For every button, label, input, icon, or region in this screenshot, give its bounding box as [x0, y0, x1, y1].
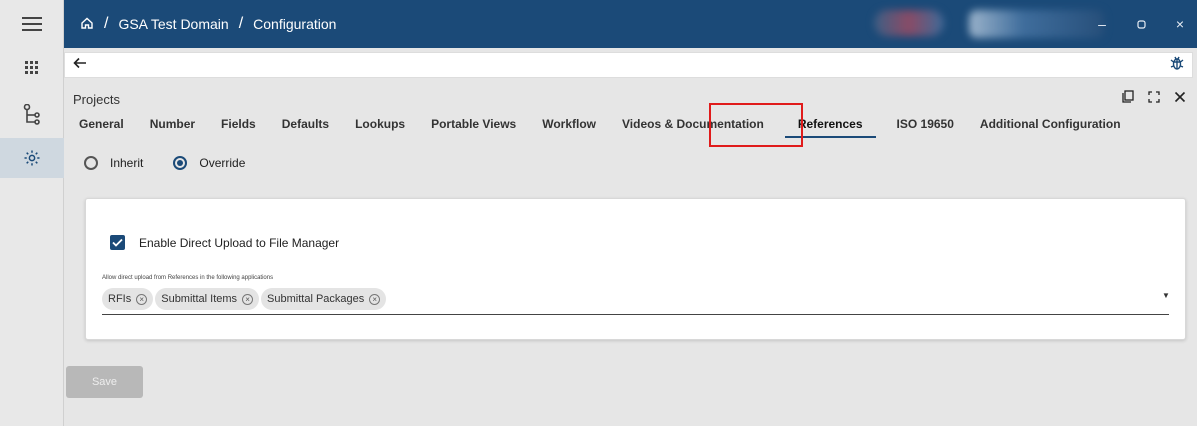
- toolbar: [64, 52, 1193, 78]
- direct-upload-label: Enable Direct Upload to File Manager: [139, 235, 340, 250]
- inherit-override-group: Inherit Override: [84, 156, 275, 170]
- references-card: Enable Direct Upload to File Manager All…: [85, 198, 1186, 340]
- breadcrumb: / GSA Test Domain / Configuration: [64, 0, 336, 48]
- config-tabs: General Number Fields Defaults Lookups P…: [66, 104, 1134, 140]
- remove-chip-icon[interactable]: ×: [136, 293, 148, 305]
- chip-submittal-items: Submittal Items ×: [155, 288, 260, 310]
- bug-icon[interactable]: [1170, 55, 1184, 76]
- top-bar: / GSA Test Domain / Configuration – ×: [64, 0, 1197, 48]
- side-rail: [0, 0, 64, 426]
- tab-additional-configuration[interactable]: Additional Configuration: [967, 104, 1134, 140]
- chip-submittal-packages: Submittal Packages ×: [261, 288, 387, 310]
- tab-portable-views[interactable]: Portable Views: [418, 104, 529, 140]
- breadcrumb-separator: /: [238, 15, 244, 32]
- settings-gear-icon[interactable]: [0, 138, 64, 178]
- radio-override-label: Override: [199, 156, 246, 170]
- tab-defaults[interactable]: Defaults: [269, 104, 342, 140]
- arrow-left-icon[interactable]: [73, 54, 87, 75]
- breadcrumb-page: Configuration: [253, 16, 337, 32]
- redacted-icons: [874, 10, 944, 36]
- close-window-button[interactable]: ×: [1164, 0, 1196, 48]
- radio-inherit-label: Inherit: [110, 156, 144, 170]
- restore-button[interactable]: [1126, 0, 1158, 48]
- radio-override[interactable]: Override: [173, 156, 245, 170]
- applications-chips: RFIs × Submittal Items × Submittal Packa…: [102, 288, 388, 310]
- tab-lookups[interactable]: Lookups: [342, 104, 418, 140]
- radio-inherit[interactable]: Inherit: [84, 156, 143, 170]
- tab-fields[interactable]: Fields: [208, 104, 269, 140]
- direct-upload-checkbox[interactable]: [110, 235, 125, 250]
- dropdown-caret-icon[interactable]: ▼: [1162, 291, 1170, 300]
- minimize-button[interactable]: –: [1086, 0, 1118, 48]
- applications-field-label: Allow direct upload from References in t…: [102, 275, 274, 281]
- tab-number[interactable]: Number: [137, 104, 208, 140]
- radio-override-ring[interactable]: [173, 156, 188, 170]
- breadcrumb-separator: /: [104, 15, 109, 32]
- save-button[interactable]: Save: [66, 366, 143, 398]
- chip-rfis: RFIs ×: [102, 288, 154, 310]
- highlight-box: [709, 103, 803, 147]
- tab-workflow[interactable]: Workflow: [529, 104, 609, 140]
- breadcrumb-domain[interactable]: GSA Test Domain: [118, 16, 228, 32]
- tab-iso-19650[interactable]: ISO 19650: [884, 104, 967, 140]
- select-underline: [102, 314, 1169, 315]
- close-icon[interactable]: [1174, 90, 1186, 108]
- tree-icon[interactable]: [0, 95, 64, 135]
- tab-general[interactable]: General: [66, 104, 137, 140]
- home-icon[interactable]: [80, 16, 94, 33]
- direct-upload-checkbox-row[interactable]: Enable Direct Upload to File Manager: [110, 235, 339, 250]
- menu-icon[interactable]: [0, 4, 64, 44]
- chip-label: Submittal Items: [161, 293, 238, 305]
- chip-label: RFIs: [108, 293, 132, 305]
- fullscreen-icon[interactable]: [1148, 90, 1160, 108]
- redacted-user-menu[interactable]: [969, 10, 1104, 38]
- chip-label: Submittal Packages: [267, 293, 365, 305]
- remove-chip-icon[interactable]: ×: [369, 293, 381, 305]
- remove-chip-icon[interactable]: ×: [242, 293, 254, 305]
- radio-inherit-ring[interactable]: [84, 156, 98, 170]
- apps-grid-icon[interactable]: [0, 48, 64, 88]
